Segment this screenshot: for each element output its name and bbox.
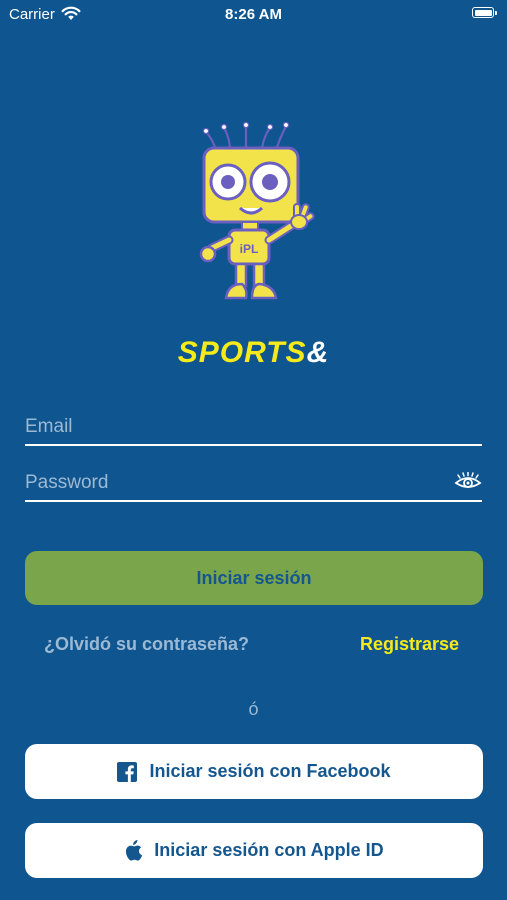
apple-login-button[interactable]: Iniciar sesión con Apple ID [25, 823, 483, 878]
password-field [25, 470, 482, 502]
forgot-password-link[interactable]: ¿Olvidó su contraseña? [44, 634, 249, 655]
mascot-badge: iPL [240, 242, 259, 256]
battery-icon [472, 7, 497, 18]
or-separator: ó [248, 699, 259, 719]
login-button[interactable]: Iniciar sesión [25, 551, 483, 605]
status-time: 8:26 AM [225, 6, 282, 23]
facebook-icon [117, 761, 138, 782]
email-field [25, 414, 482, 446]
brand-name: SPORTS [177, 336, 307, 369]
email-input[interactable] [25, 414, 445, 440]
facebook-login-button[interactable]: Iniciar sesión con Facebook [25, 744, 483, 799]
eye-icon[interactable] [454, 472, 482, 492]
brand-symbol: & [306, 336, 330, 369]
robot-mascot-logo: iPL [199, 121, 315, 300]
facebook-login-label: Iniciar sesión con Facebook [149, 761, 391, 781]
password-input[interactable] [25, 470, 445, 496]
apple-login-label: Iniciar sesión con Apple ID [154, 840, 384, 860]
register-link[interactable]: Registrarse [360, 634, 459, 655]
status-bar: Carrier 8:26 AM [0, 0, 507, 28]
apple-icon [124, 840, 143, 861]
brand-logo: SPORTS& [0, 336, 507, 370]
